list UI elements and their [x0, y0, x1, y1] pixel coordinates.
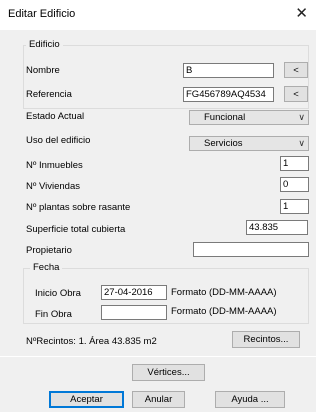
uso-value: Servicios [204, 138, 243, 149]
estado-actual-label: Estado Actual [26, 111, 85, 122]
superficie-field[interactable]: 43.835 [246, 220, 308, 235]
propietario-label: Propietario [26, 245, 72, 256]
vertices-button[interactable]: Vértices... [132, 364, 205, 381]
inicio-obra-field[interactable]: 27-04-2016 [101, 285, 167, 300]
help-button[interactable]: Ayuda ... [215, 391, 285, 408]
viviendas-label: Nº Viviendas [26, 181, 80, 192]
propietario-field[interactable] [193, 242, 309, 257]
nombre-field[interactable]: B [183, 63, 274, 78]
referencia-field[interactable]: FG456789AQ4534 [183, 87, 274, 102]
title-bar: Editar Edificio ✕ [0, 0, 316, 30]
uso-label: Uso del edificio [26, 135, 91, 146]
inicio-obra-format: Formato (DD-MM-AAAA) [171, 287, 277, 298]
accept-button[interactable]: Aceptar [49, 391, 124, 408]
recintos-summary: NºRecintos: 1. Área 43.835 m2 [26, 336, 157, 347]
referencia-pick-button[interactable]: < [284, 86, 308, 102]
inicio-obra-label: Inicio Obra [35, 288, 81, 299]
chevron-down-icon: ∨ [298, 138, 305, 148]
recintos-button[interactable]: Recintos... [232, 331, 300, 348]
fin-obra-format: Formato (DD-MM-AAAA) [171, 306, 277, 317]
separator [0, 356, 316, 357]
fecha-group-legend: Fecha [30, 262, 63, 273]
inmuebles-label: Nº Inmuebles [26, 160, 83, 171]
nombre-label: Nombre [26, 65, 60, 76]
superficie-label: Superficie total cubierta [26, 224, 126, 235]
inmuebles-field[interactable]: 1 [280, 156, 309, 171]
close-icon[interactable]: ✕ [295, 4, 308, 24]
estado-actual-select[interactable]: Funcional ∨ [189, 110, 309, 125]
uso-select[interactable]: Servicios ∨ [189, 136, 309, 151]
plantas-label: Nº plantas sobre rasante [26, 202, 131, 213]
plantas-field[interactable]: 1 [280, 199, 309, 214]
viviendas-field[interactable]: 0 [280, 177, 309, 192]
dialog-editar-edificio: Editar Edificio ✕ Edificio Nombre B < Re… [0, 0, 316, 412]
nombre-pick-button[interactable]: < [284, 62, 308, 78]
fin-obra-field[interactable] [101, 305, 167, 320]
estado-actual-value: Funcional [204, 112, 246, 123]
edificio-group-legend: Edificio [26, 39, 63, 50]
chevron-down-icon: ∨ [298, 112, 305, 122]
referencia-label: Referencia [26, 89, 72, 100]
window-title: Editar Edificio [8, 8, 76, 20]
fin-obra-label: Fin Obra [35, 309, 72, 320]
cancel-button[interactable]: Anular [132, 391, 185, 408]
